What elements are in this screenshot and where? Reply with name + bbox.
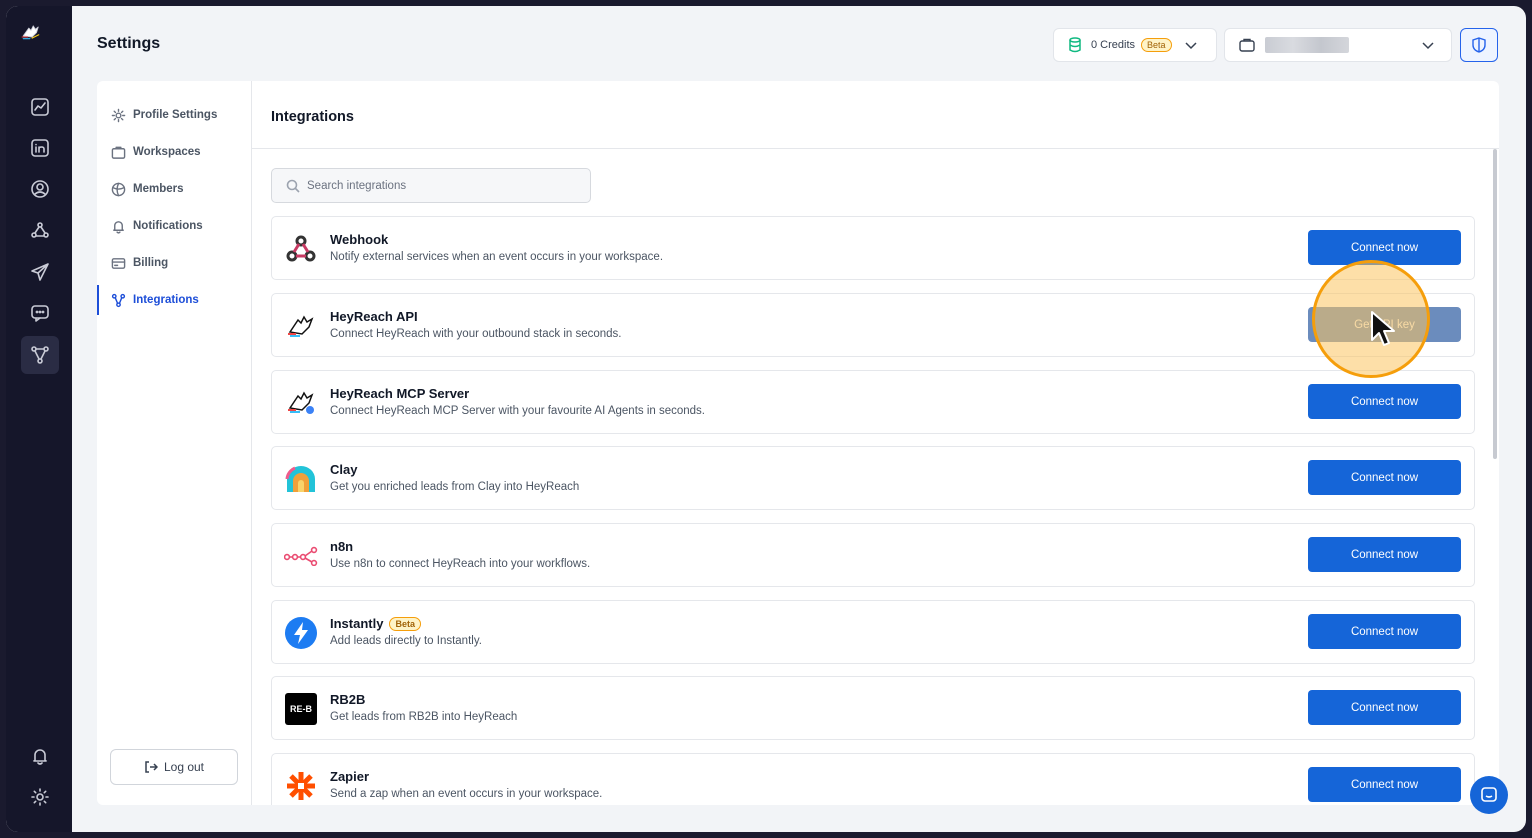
chevron-down-icon [1185, 42, 1197, 50]
leads-icon[interactable] [21, 170, 59, 208]
network-icon[interactable] [21, 212, 59, 250]
integrations-icon [111, 293, 126, 307]
integration-name-text: Instantly [330, 616, 384, 631]
integration-name: Clay [330, 462, 358, 477]
scrollbar[interactable] [1493, 149, 1497, 459]
app-window: Settings 0 Credits Beta Profile Settings… [6, 6, 1526, 832]
integration-name: HeyReach API [330, 309, 418, 324]
integration-name: HeyReach MCP Server [330, 386, 470, 401]
search-icon [286, 179, 300, 193]
integration-row-webhook: Webhook Notify external services when an… [271, 216, 1475, 280]
integration-description: Add leads directly to Instantly. [330, 635, 482, 647]
integration-description: Notify external services when an event o… [330, 251, 664, 263]
n8n-logo-icon [284, 539, 318, 573]
sidebar-item-label: Workspaces [133, 146, 201, 158]
connect-clay-button[interactable]: Connect now [1308, 460, 1461, 495]
database-icon [1069, 37, 1081, 53]
integration-row-n8n: n8n Use n8n to connect HeyReach into you… [271, 523, 1475, 587]
settings-card: Profile Settings Workspaces Members Noti… [97, 81, 1499, 805]
campaigns-icon[interactable] [21, 253, 59, 291]
beta-badge: Beta [1141, 38, 1172, 52]
chat-icon [1481, 787, 1497, 802]
integration-description: Connect HeyReach with your outbound stac… [330, 328, 622, 340]
header-divider [252, 148, 1499, 149]
gear-icon[interactable] [21, 778, 59, 816]
sidebar-item-label: Billing [133, 257, 169, 269]
credits-label: 0 Credits [1091, 39, 1136, 51]
sidebar-item-members[interactable]: Members [111, 178, 184, 200]
heyreach-logo[interactable] [21, 22, 57, 52]
rb2b-logo-text: RE-B [290, 704, 312, 714]
integration-row-instantly: Instantly Beta Add leads directly to Ins… [271, 600, 1475, 664]
active-indicator [97, 285, 99, 315]
integration-row-heyreach-api: HeyReach API Connect HeyReach with your … [271, 293, 1475, 357]
integration-description: Get you enriched leads from Clay into He… [330, 481, 580, 493]
clay-logo-icon [284, 462, 318, 496]
search-placeholder: Search integrations [307, 179, 407, 192]
connect-instantly-button[interactable]: Connect now [1308, 614, 1461, 649]
logout-button[interactable]: Log out [110, 749, 238, 785]
integration-description: Use n8n to connect HeyReach into your wo… [330, 558, 591, 570]
sidebar-item-profile-settings[interactable]: Profile Settings [111, 104, 217, 126]
connect-webhook-button[interactable]: Connect now [1308, 230, 1461, 265]
instantly-logo-icon [284, 616, 318, 650]
search-input[interactable]: Search integrations [271, 168, 591, 203]
integration-name: Webhook [330, 232, 389, 247]
briefcase-icon [1239, 38, 1255, 52]
integration-description: Send a zap when an event occurs in your … [330, 788, 603, 800]
billing-icon [111, 257, 126, 269]
connect-mcp-button[interactable]: Connect now [1308, 384, 1461, 419]
heyreach-hand-icon [284, 309, 318, 343]
linkedin-accounts-icon[interactable] [21, 129, 59, 167]
sidebar-item-notifications[interactable]: Notifications [111, 215, 203, 237]
sidebar-item-label: Profile Settings [133, 109, 218, 121]
dashboard-icon[interactable] [21, 88, 59, 126]
chat-support-button[interactable] [1470, 776, 1508, 814]
sidebar-item-label: Members [133, 183, 184, 195]
bell-icon[interactable] [21, 737, 59, 775]
shield-button[interactable] [1460, 28, 1498, 62]
integration-description: Get leads from RB2B into HeyReach [330, 711, 518, 723]
sidebar-item-integrations[interactable]: Integrations [111, 289, 199, 311]
connect-n8n-button[interactable]: Connect now [1308, 537, 1461, 572]
connect-rb2b-button[interactable]: Connect now [1308, 690, 1461, 725]
gear-icon [111, 108, 126, 122]
integrations-rail-icon[interactable] [21, 336, 59, 374]
integration-row-zapier: Zapier Send a zap when an event occurs i… [271, 753, 1475, 805]
zapier-logo-icon [284, 769, 318, 803]
integration-name: n8n [330, 539, 354, 554]
integration-row-rb2b: RE-B RB2B Get leads from RB2B into HeyRe… [271, 676, 1475, 740]
workspace-selector[interactable] [1224, 28, 1452, 62]
integration-description: Connect HeyReach MCP Server with your fa… [330, 405, 706, 417]
logout-label: Log out [163, 760, 205, 774]
webhook-icon [284, 232, 318, 266]
chevron-down-icon [1422, 42, 1434, 50]
settings-sidebar: Profile Settings Workspaces Members Noti… [97, 81, 252, 805]
connect-zapier-button[interactable]: Connect now [1308, 767, 1461, 802]
integrations-title: Integrations [271, 109, 354, 125]
logout-icon [145, 761, 158, 773]
sidebar-item-label: Notifications [133, 220, 203, 232]
integration-row-mcp-server: HeyReach MCP Server Connect HeyReach MCP… [271, 370, 1475, 434]
integration-name: Zapier [330, 769, 370, 784]
shield-icon [1472, 37, 1486, 53]
integration-name: Instantly Beta [330, 616, 421, 631]
integration-row-clay: Clay Get you enriched leads from Clay in… [271, 446, 1475, 510]
heyreach-mcp-icon [284, 386, 318, 420]
page-title: Settings [97, 35, 161, 52]
briefcase-icon [111, 146, 126, 159]
beta-badge: Beta [389, 616, 421, 631]
sidebar-item-billing[interactable]: Billing [111, 252, 168, 274]
bell-icon [113, 220, 124, 234]
credits-dropdown[interactable]: 0 Credits Beta [1053, 28, 1217, 62]
icon-rail [6, 6, 72, 832]
integration-name: RB2B [330, 692, 366, 707]
workspace-name-blurred [1265, 37, 1349, 53]
unibox-icon[interactable] [21, 294, 59, 332]
sidebar-item-workspaces[interactable]: Workspaces [111, 141, 201, 163]
sidebar-item-label: Integrations [133, 294, 199, 306]
mouse-cursor-icon [1371, 311, 1395, 346]
rb2b-logo-icon: RE-B [285, 693, 317, 725]
members-icon [111, 182, 126, 196]
